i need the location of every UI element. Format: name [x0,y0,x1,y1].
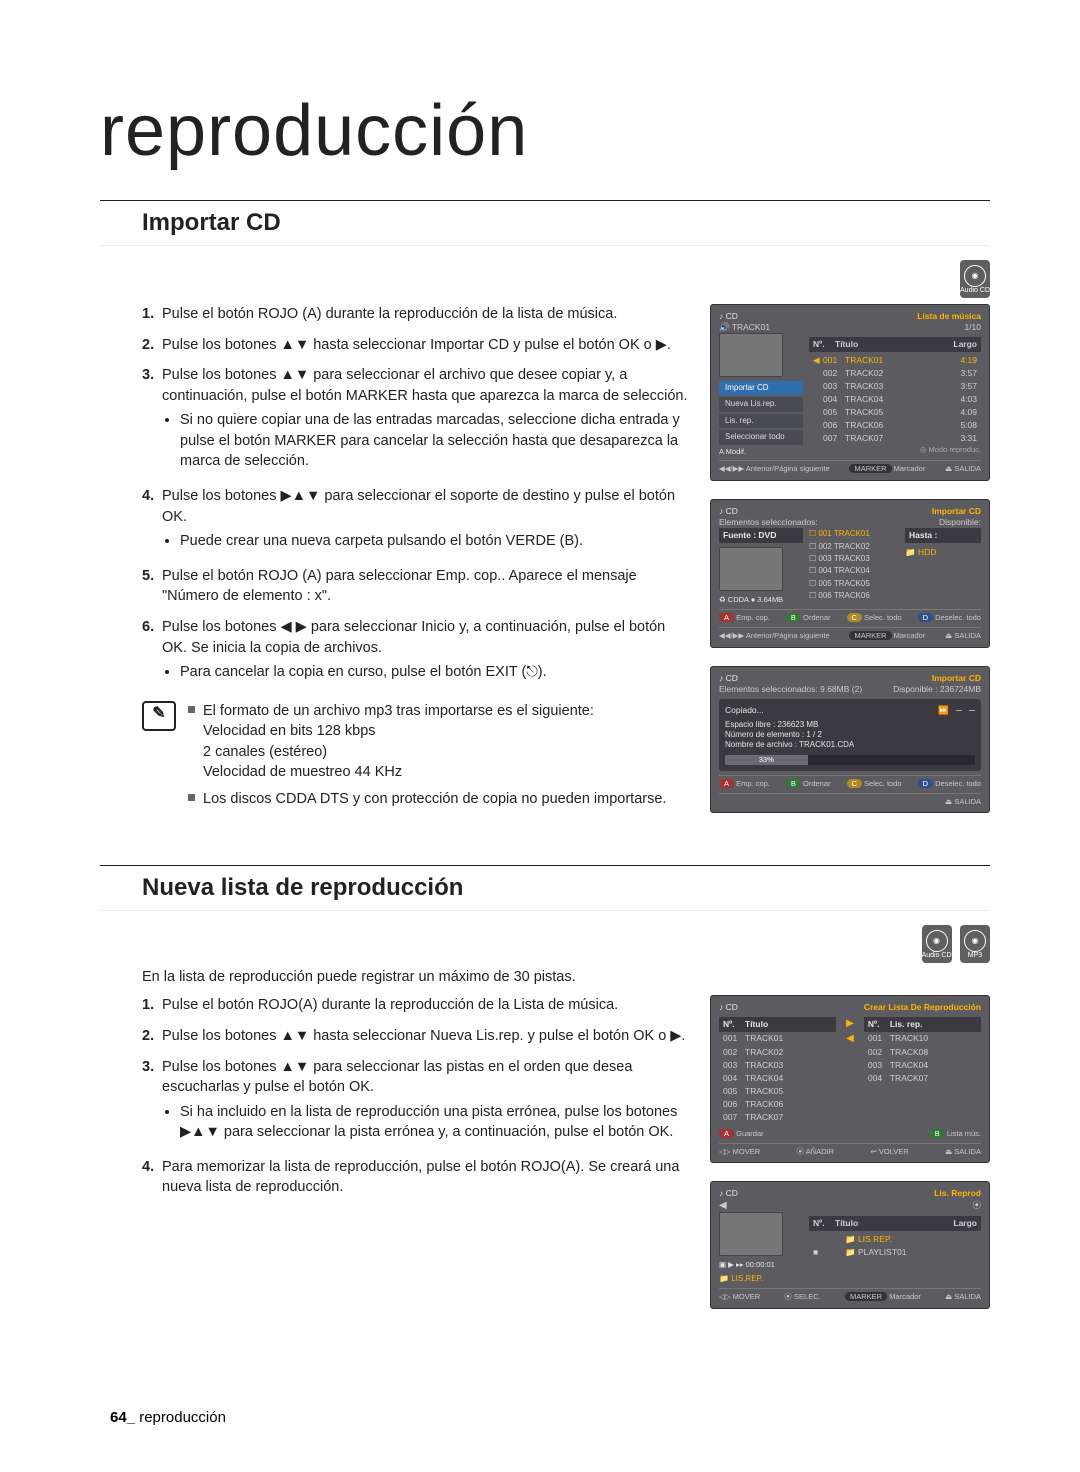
note-icon: ✎ [142,701,176,731]
section-new-playlist: Nueva lista de reproducción ◉Audio CD ◉M… [100,865,990,1327]
disc-badge-audio-cd: ◉Audio CD [922,925,952,963]
section-title: Nueva lista de reproducción [100,865,990,911]
instruction-text: 1.Pulse el botón ROJO (A) durante la rep… [100,304,690,816]
section-title: Importar CD [100,200,990,246]
osd-playlist: ♪ CDLis. Reprod ⦿ ▣ ▶ ▸▸ 00:00:01 📁 LIS.… [710,1181,990,1309]
disc-badge-mp3: ◉MP3 [960,925,990,963]
osd-create-playlist: ♪ CDCrear Lista De Reproducción Nº.Títul… [710,995,990,1163]
page-title: reproducción [100,90,990,172]
osd-import-select: ♪ CDImportar CD Elementos seleccionados:… [710,499,990,647]
disc-badge-audio-cd: ◉ Audio CD [960,260,990,298]
instruction-text: 1.Pulse el botón ROJO(A) durante la repr… [100,995,690,1208]
osd-music-list: ♪ CDLista de música 🔊 TRACK011/10 Import… [710,304,990,481]
section-import-cd: Importar CD ◉ Audio CD 1.Pulse el botón … [100,200,990,831]
page-footer: 64_ reproducción [110,1409,226,1426]
intro-text: En la lista de reproducción puede regist… [100,969,990,985]
osd-import-progress: ♪ CDImportar CD Elementos seleccionados:… [710,666,990,814]
